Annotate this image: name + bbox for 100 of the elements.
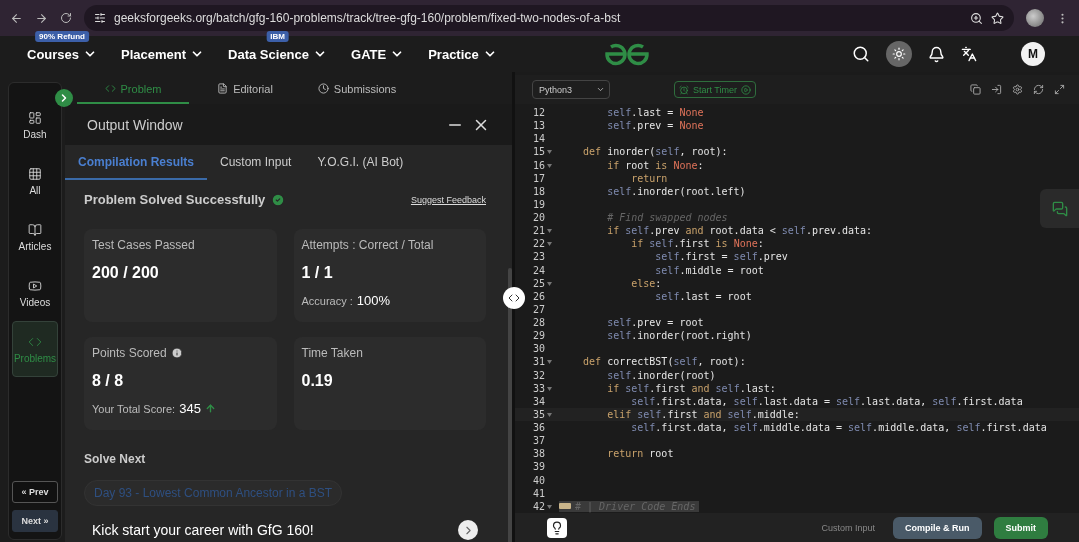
next-button[interactable]: Next » bbox=[12, 510, 58, 532]
reload-icon[interactable] bbox=[60, 12, 72, 24]
line-number: 42 bbox=[531, 500, 546, 512]
language-select[interactable]: Python3 bbox=[532, 80, 610, 99]
code-line: self.last = root bbox=[654, 290, 752, 302]
sidebar-item[interactable]: Videos bbox=[12, 265, 58, 321]
sun-icon bbox=[892, 47, 906, 61]
nav-menu-item[interactable]: GATE bbox=[351, 46, 387, 62]
line-number: 37 bbox=[531, 435, 546, 447]
code-line: if root is None: bbox=[606, 159, 704, 171]
suggest-feedback-link[interactable]: Suggest Feedback bbox=[410, 194, 486, 205]
submit-button[interactable]: Submit bbox=[993, 516, 1048, 539]
fold-arrow-icon[interactable] bbox=[547, 229, 552, 234]
play-icon bbox=[741, 84, 751, 95]
line-number: 31 bbox=[531, 356, 546, 368]
code-line: self.first = self.prev bbox=[654, 251, 788, 263]
nav-menu-item[interactable]: Placement bbox=[121, 46, 187, 62]
line-number: 22 bbox=[531, 238, 546, 250]
stat-value: 0.19 bbox=[301, 372, 334, 390]
fold-arrow-icon[interactable] bbox=[547, 386, 552, 391]
sidebar-item[interactable]: Problems bbox=[12, 321, 58, 377]
back-icon[interactable] bbox=[10, 11, 23, 25]
start-timer-button[interactable]: Start Timer bbox=[674, 81, 756, 98]
address-bar[interactable]: geeksforgeeks.org/batch/gfg-160-problems/track/tree-gfg-160/problem/fixed-two-nodes-of-a-bst bbox=[84, 5, 1014, 31]
chat-button[interactable] bbox=[1040, 189, 1079, 228]
code-line: if self.first is None: bbox=[630, 238, 764, 250]
fold-arrow-icon[interactable] bbox=[547, 412, 552, 417]
forward-icon[interactable] bbox=[35, 11, 48, 25]
dashboard-icon bbox=[28, 110, 42, 125]
code-line: # Find swapped nodes bbox=[606, 212, 728, 224]
code-icon bbox=[104, 83, 116, 94]
user-avatar[interactable]: M bbox=[1021, 42, 1045, 66]
import-icon[interactable] bbox=[991, 84, 1002, 95]
compile-run-button[interactable]: Compile & Run bbox=[893, 516, 982, 539]
code-line: elif self.first and self.middle: bbox=[606, 408, 800, 420]
fold-arrow-icon[interactable] bbox=[547, 504, 552, 509]
line-number: 38 bbox=[531, 448, 546, 460]
copy-icon[interactable] bbox=[970, 84, 981, 95]
logo-icon[interactable] bbox=[602, 41, 651, 67]
line-number: 35 bbox=[531, 408, 546, 420]
code-line: self.middle = root bbox=[654, 264, 764, 276]
chevron-down-icon bbox=[596, 85, 605, 94]
output-tab[interactable]: Custom Input bbox=[207, 145, 305, 180]
fold-arrow-icon[interactable] bbox=[547, 281, 552, 286]
custom-input-button[interactable]: Custom Input bbox=[815, 521, 881, 534]
document-icon bbox=[217, 83, 229, 94]
nav-badge: IBM bbox=[266, 30, 289, 42]
code-line: self.inorder(root.left) bbox=[606, 185, 746, 197]
promo-text: Kick start your career with GfG 160! bbox=[91, 522, 315, 538]
grid-icon bbox=[28, 166, 42, 181]
chat-bubbles-icon bbox=[1051, 200, 1068, 217]
output-tab[interactable]: Y.O.G.I. (AI Bot) bbox=[304, 145, 417, 180]
line-number: 27 bbox=[531, 303, 546, 315]
code-icon bbox=[508, 292, 520, 304]
problem-tab[interactable]: Submissions bbox=[301, 75, 413, 104]
code-line: def correctBST(self, root): bbox=[582, 356, 746, 368]
code-line: return bbox=[630, 172, 668, 184]
video-icon bbox=[28, 278, 42, 293]
reset-icon[interactable] bbox=[1033, 84, 1044, 95]
nav-menu-item[interactable]: Courses bbox=[27, 46, 80, 62]
nav-menu-item[interactable]: Practice bbox=[428, 46, 479, 62]
prev-button[interactable]: « Prev bbox=[12, 481, 58, 503]
sidebar-item[interactable]: Dash bbox=[12, 97, 58, 153]
fold-arrow-icon[interactable] bbox=[547, 242, 552, 247]
stat-footer-label: Accuracy : bbox=[301, 294, 353, 307]
sidebar-item[interactable]: All bbox=[12, 153, 58, 209]
fold-arrow-icon[interactable] bbox=[547, 163, 552, 168]
line-number: 19 bbox=[531, 198, 546, 210]
line-number: 18 bbox=[531, 185, 546, 197]
section-heading: Solve Next bbox=[84, 452, 147, 466]
stat-value: 8 / 8 bbox=[92, 372, 125, 390]
bookmark-star-icon[interactable] bbox=[991, 11, 1004, 25]
fold-marker-icon[interactable] bbox=[559, 503, 571, 510]
problem-tab[interactable]: Editorial bbox=[189, 75, 301, 104]
fullscreen-icon[interactable] bbox=[1054, 84, 1065, 95]
fold-arrow-icon[interactable] bbox=[547, 150, 552, 155]
line-number: 17 bbox=[531, 172, 546, 184]
site-settings-icon[interactable] bbox=[94, 12, 106, 24]
line-number: 34 bbox=[531, 395, 546, 407]
stat-label: Time Taken bbox=[301, 346, 363, 360]
sidebar-item[interactable]: Articles bbox=[12, 209, 58, 265]
line-number: 36 bbox=[531, 422, 546, 434]
zoom-icon[interactable] bbox=[970, 11, 983, 25]
nav-menu-item[interactable]: Data Science bbox=[228, 46, 309, 62]
theme-toggle-button[interactable] bbox=[886, 41, 912, 67]
fold-arrow-icon[interactable] bbox=[547, 360, 552, 365]
settings-icon[interactable] bbox=[1012, 84, 1023, 95]
line-number: 28 bbox=[531, 317, 546, 329]
hint-button[interactable] bbox=[547, 517, 567, 538]
line-number: 14 bbox=[531, 133, 546, 145]
next-arrow-button[interactable] bbox=[458, 520, 478, 540]
line-number: 16 bbox=[531, 159, 546, 171]
stat-footer-value: 100% bbox=[356, 293, 391, 308]
info-icon[interactable] bbox=[170, 347, 183, 359]
line-number: 25 bbox=[531, 277, 546, 289]
bell-icon[interactable] bbox=[928, 45, 945, 63]
translate-icon[interactable] bbox=[961, 46, 977, 62]
code-line: def inorder(self, root): bbox=[582, 146, 728, 158]
status-text: Problem Solved Successfully bbox=[84, 192, 266, 207]
search-icon[interactable] bbox=[852, 45, 870, 63]
